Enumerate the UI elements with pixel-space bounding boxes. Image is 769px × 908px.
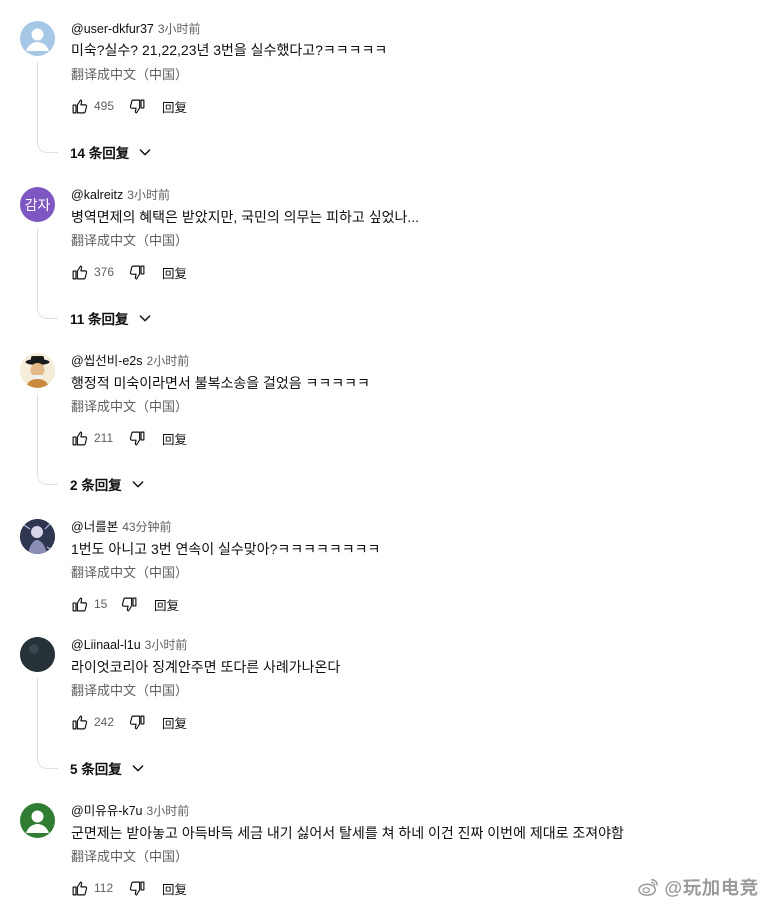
reply-button[interactable]: 回复 [162,879,187,898]
like-icon[interactable] [70,97,88,115]
weibo-icon [638,879,659,896]
comment-header: @Liinaal-l1u 3小时前 [71,637,187,653]
dislike-icon[interactable] [128,713,146,731]
avatar[interactable] [20,353,55,388]
comment-text: 라이엇코리아 징계안주면 또다른 사례가나온다 [71,659,341,675]
replies-count: 2 条回复 [70,478,122,493]
dislike-icon[interactable] [128,429,146,447]
thread-line [37,228,58,319]
thread-line [37,394,58,485]
watermark-text: @玩加电竞 [664,878,759,898]
comment-time[interactable]: 3小时前 [158,22,201,36]
dislike-icon[interactable] [120,595,138,613]
comment-actions: 495 回复 [70,95,187,117]
comment-text: 군면제는 받아놓고 아득바득 세금 내기 싫어서 탈세를 쳐 하네 이건 진짜 … [71,825,624,841]
comment-actions: 112 回复 [70,877,187,899]
comment-text: 병역면제의 혜택은 받았지만, 국민의 의무는 피하고 싶었나... [71,209,420,225]
avatar[interactable] [20,519,55,554]
like-icon[interactable] [70,879,88,897]
reply-button[interactable]: 回复 [162,429,187,448]
comment-text: 행정적 미숙이라면서 불복소송을 걸었음 ㅋㅋㅋㅋㅋ [71,375,370,391]
comment-time[interactable]: 43分钟前 [122,520,171,534]
avatar[interactable] [20,803,55,838]
like-icon[interactable] [70,429,88,447]
comment-time[interactable]: 2小时前 [147,354,190,368]
comment-actions: 242 回复 [70,711,187,733]
reply-button[interactable]: 回复 [154,595,179,614]
dislike-icon[interactable] [128,879,146,897]
like-count: 376 [94,265,115,279]
like-count: 242 [94,715,115,729]
comment-header: @미유유-k7u 3小时前 [71,803,189,819]
comment-header: @너를본 43分钟前 [71,519,172,535]
view-replies-button[interactable]: 2 条回复 [70,473,146,495]
like-count: 15 [94,597,108,611]
replies-count: 11 条回复 [70,312,129,327]
thread-line [37,678,58,769]
comment-actions: 15 回复 [70,593,179,615]
comment-header: @kalreitz 3小时前 [71,187,170,203]
comment-author[interactable]: @user-dkfur37 [71,22,154,36]
default-user-icon [26,810,49,833]
dislike-icon[interactable] [128,97,146,115]
comment-author[interactable]: @Liinaal-l1u [71,638,141,652]
translate-link[interactable]: 翻译成中文（中国） [71,232,188,250]
translate-link[interactable]: 翻译成中文（中国） [71,682,188,700]
translate-link[interactable]: 翻译成中文（中国） [71,398,188,416]
default-user-icon [26,28,49,51]
chevron-down-icon [139,315,150,322]
comment-header: @user-dkfur37 3小时前 [71,21,201,37]
comment-actions: 376 回复 [70,261,187,283]
like-count: 112 [94,881,114,895]
view-replies-button[interactable]: 11 条回复 [70,307,153,329]
translate-link[interactable]: 翻译成中文（中国） [71,66,188,84]
comment-author[interactable]: @kalreitz [71,188,123,202]
avatar[interactable] [20,637,55,672]
comment-time[interactable]: 3小时前 [147,804,190,818]
replies-count: 5 条回复 [70,762,122,777]
comment-time[interactable]: 3小时前 [145,638,188,652]
like-icon[interactable] [70,263,88,281]
translate-link[interactable]: 翻译成中文（中国） [71,848,188,866]
comment-author[interactable]: @너를본 [71,520,118,534]
scholar-avatar-icon [20,353,55,388]
reply-button[interactable]: 回复 [162,713,187,732]
comment-text: 미숙?실수? 21,22,23년 3번을 실수했다고?ㅋㅋㅋㅋㅋ [71,42,388,58]
replies-count: 14 条回复 [70,146,130,161]
comment-time[interactable]: 3小时前 [127,188,170,202]
comment-text: 1번도 아니고 3번 연속이 실수맞아?ㅋㅋㅋㅋㅋㅋㅋㅋ [71,541,381,557]
comment-author[interactable]: @미유유-k7u [71,804,143,818]
avatar[interactable] [20,21,55,56]
comment-author[interactable]: @씹선비-e2s [71,354,143,368]
like-icon[interactable] [70,713,88,731]
reply-button[interactable]: 回复 [162,263,187,282]
view-replies-button[interactable]: 5 条回复 [70,757,146,779]
view-replies-button[interactable]: 14 条回复 [70,141,153,163]
like-count: 495 [94,99,115,113]
comment-header: @씹선비-e2s 2小时前 [71,353,189,369]
thread-line [37,62,58,153]
dislike-icon[interactable] [128,263,146,281]
like-icon[interactable] [70,595,88,613]
dark-avatar-icon [20,637,55,672]
reply-button[interactable]: 回复 [162,97,187,116]
avatar[interactable]: 감자 [20,187,55,222]
artwork-avatar-icon [20,519,55,554]
chevron-down-icon [132,481,144,488]
chevron-down-icon [139,149,151,156]
translate-link[interactable]: 翻译成中文（中国） [71,564,188,582]
watermark: @玩加电竞 [638,874,759,900]
avatar-initials: 감자 [24,196,51,213]
like-count: 211 [94,431,114,445]
chevron-down-icon [132,765,144,772]
comment-actions: 211 回复 [70,427,187,449]
